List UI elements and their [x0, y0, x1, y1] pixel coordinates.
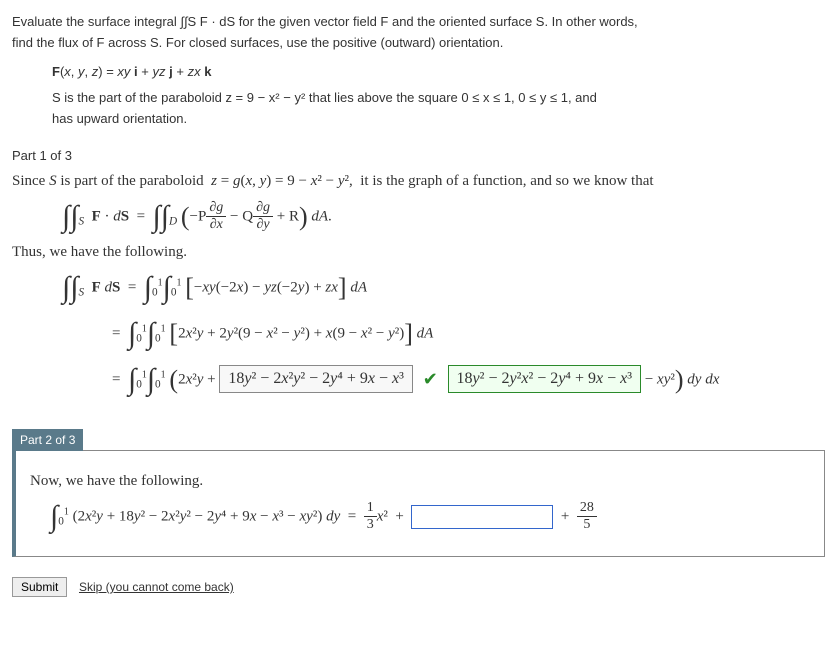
answer-box-1[interactable]: 18y² − 2x²y² − 2y⁴ + 9x − x³: [219, 365, 413, 393]
intro-line1: Evaluate the surface integral ∫∫S F · dS…: [12, 12, 828, 33]
surface-line2: has upward orientation.: [52, 109, 828, 130]
eq-row1: ∫∫S F dS = ∫01∫01 [−xy(−2x) − yz(−2y) + …: [62, 271, 828, 305]
part2-equation: ∫01 (2x²y + 18y² − 2x²y² − 2y⁴ + 9x − x³…: [50, 500, 810, 534]
check-icon: ✔: [423, 369, 438, 389]
fraction-2: 285: [577, 500, 597, 533]
part1-line1: Since S is part of the paraboloid z = g(…: [12, 173, 828, 190]
part1-header: Part 1 of 3: [12, 148, 828, 163]
part1-line2: Thus, we have the following.: [12, 244, 828, 261]
answer-correct-box: 18y² − 2y²x² − 2y⁴ + 9x − x³: [448, 365, 642, 393]
part2-box: Now, we have the following. ∫01 (2x²y + …: [12, 450, 825, 557]
flux-formula: ∫∫S F · dS = ∫∫D (−P∂g∂x − Q∂g∂y + R) dA…: [62, 200, 828, 234]
vector-field: F(x, y, z) = xy i + yz j + zx k: [52, 62, 828, 83]
eq-row3: = ∫01∫01 (2x²y + 18y² − 2x²y² − 2y⁴ + 9x…: [112, 363, 828, 397]
problem-statement: Evaluate the surface integral ∫∫S F · dS…: [12, 12, 828, 130]
fraction-1: 13: [364, 500, 377, 533]
intro-line2: find the flux of F across S. For closed …: [12, 33, 828, 54]
submit-button[interactable]: Submit: [12, 577, 67, 597]
part2-header: Part 2 of 3: [12, 429, 83, 451]
answer-input[interactable]: [411, 505, 553, 529]
part1-content: Since S is part of the paraboloid z = g(…: [12, 173, 828, 397]
button-row: Submit Skip (you cannot come back): [12, 577, 828, 597]
part2-line1: Now, we have the following.: [30, 473, 810, 490]
surface-line1: S is the part of the paraboloid z = 9 − …: [52, 88, 828, 109]
eq-row2: = ∫01∫01 [2x²y + 2y²(9 − x² − y²) + x(9 …: [112, 317, 828, 351]
skip-link[interactable]: Skip (you cannot come back): [79, 580, 234, 594]
